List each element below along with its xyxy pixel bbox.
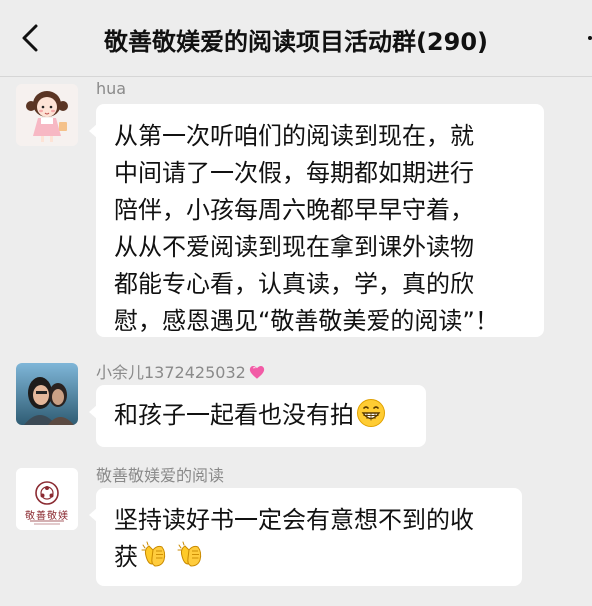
message-bubble[interactable]: 坚持读好书一定会有意想不到的收 获 xyxy=(89,488,522,586)
clapping-hands-emoji-icon xyxy=(176,540,206,581)
message-bubble[interactable]: 和孩子一起看也没有拍 xyxy=(89,385,426,447)
message-text-line: 从第一次听咱们的阅读到现在，就 xyxy=(114,122,474,150)
message-text-line: 获 xyxy=(114,539,504,581)
grinning-face-emoji-icon xyxy=(356,398,386,439)
avatar-hua[interactable] xyxy=(16,84,78,146)
sender-name-text: 小余儿1372425032 xyxy=(96,363,246,382)
avatar-xiaoyuer[interactable] xyxy=(16,363,78,425)
more-dots-icon xyxy=(588,36,592,40)
sender-name: 敬善敬媄爱的阅读 xyxy=(96,466,225,485)
message-bubble[interactable]: 从第一次听咱们的阅读到现在，就 中间请了一次假，每期都如期进行 陪伴，小孩每周六… xyxy=(89,104,544,337)
heart-emoji-icon xyxy=(248,363,266,385)
message-text-line: 坚持读好书一定会有意想不到的收 xyxy=(114,506,474,534)
message-text-line: 陪伴，小孩每周六晚都早早守着， xyxy=(114,196,474,224)
message-list[interactable]: hua 从第一次听咱们的阅读到现在，就 中间请了一次假，每期都如期进行 陪伴，小… xyxy=(0,77,592,606)
sender-name: 小余儿1372425032 xyxy=(96,359,266,385)
chat-header: 敬善敬媄爱的阅读项目活动群(290) xyxy=(0,0,592,77)
cartoon-girl-avatar-icon xyxy=(16,84,78,146)
sender-name: hua xyxy=(96,79,127,98)
more-button[interactable] xyxy=(586,36,592,42)
clapping-hands-emoji-icon xyxy=(140,540,170,581)
chat-title: 敬善敬媄爱的阅读项目活动群(290) xyxy=(103,28,489,56)
message-text-line: 中间请了一次假，每期都如期进行 xyxy=(114,159,474,187)
avatar-official-account[interactable]: 敬善敬媄 xyxy=(16,468,78,530)
message-text: 和孩子一起看也没有拍 xyxy=(114,401,354,429)
message-text-line: 慰，感恩遇见“敬善敬美爱的阅读”！ xyxy=(114,307,499,335)
message-text-line: 从从不爱阅读到现在拿到课外读物 xyxy=(114,233,474,261)
message-text-line-text: 获 xyxy=(114,543,138,571)
brand-logo-text: 敬善敬媄 xyxy=(25,511,69,522)
photo-avatar-icon xyxy=(16,363,78,425)
message-text-line: 都能专心看，认真读，学，真的欣 xyxy=(114,270,474,298)
